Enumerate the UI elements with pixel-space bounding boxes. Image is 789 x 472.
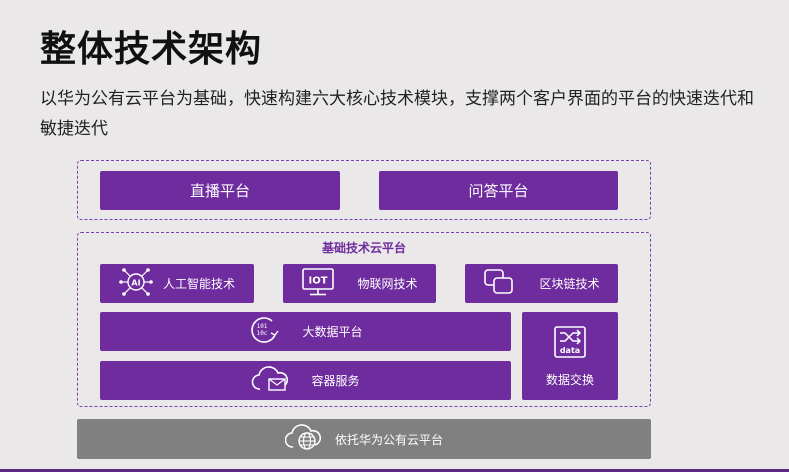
live-platform-label: 直播平台 bbox=[189, 182, 250, 200]
blockchain-module-box: 区块链技术 bbox=[465, 264, 618, 303]
data-icon-text: data bbox=[560, 346, 580, 355]
data-exchange-module-label: 数据交换 bbox=[545, 372, 594, 387]
blockchain-module-label: 区块链技术 bbox=[539, 277, 600, 291]
qa-platform-box: 问答平台 bbox=[379, 171, 618, 210]
data-exchange-icon: data bbox=[553, 325, 587, 363]
base-platform-title: 基础技术云平台 bbox=[321, 241, 406, 255]
page-title: 整体技术架构 bbox=[40, 29, 263, 70]
bigdata-icon: 101 10c bbox=[248, 315, 280, 349]
bigdata-module-box: 101 10c 大数据平台 bbox=[100, 312, 511, 351]
cloud-globe-icon bbox=[284, 423, 321, 455]
qa-platform-label: 问答平台 bbox=[468, 182, 529, 200]
blockchain-icon bbox=[483, 268, 515, 300]
foundation-label: 依托华为公有云平台 bbox=[334, 432, 443, 447]
ai-icon: AI bbox=[119, 266, 153, 302]
foundation-box: 依托华为公有云平台 bbox=[77, 419, 651, 459]
svg-text:10c: 10c bbox=[257, 330, 268, 337]
bigdata-module-label: 大数据平台 bbox=[302, 325, 363, 339]
container-module-box: 容器服务 bbox=[100, 361, 511, 400]
live-platform-box: 直播平台 bbox=[100, 171, 340, 210]
svg-text:101: 101 bbox=[257, 323, 268, 330]
page-description: 以华为公有云平台为基础，快速构建六大核心技术模块，支撑两个客户界面的平台的快速迭… bbox=[40, 89, 754, 139]
cloud-container-icon bbox=[251, 365, 289, 397]
ai-module-box: AI 人工智能技术 bbox=[100, 264, 254, 303]
data-exchange-module-box: data 数据交换 bbox=[522, 312, 618, 400]
iot-icon: IOT bbox=[301, 267, 335, 301]
ai-module-label: 人工智能技术 bbox=[162, 277, 235, 291]
ai-icon-text: AI bbox=[131, 278, 140, 287]
iot-module-box: IOT 物联网技术 bbox=[283, 264, 436, 303]
iot-module-label: 物联网技术 bbox=[357, 277, 418, 291]
container-module-label: 容器服务 bbox=[311, 374, 360, 388]
iot-icon-text: IOT bbox=[309, 275, 328, 286]
